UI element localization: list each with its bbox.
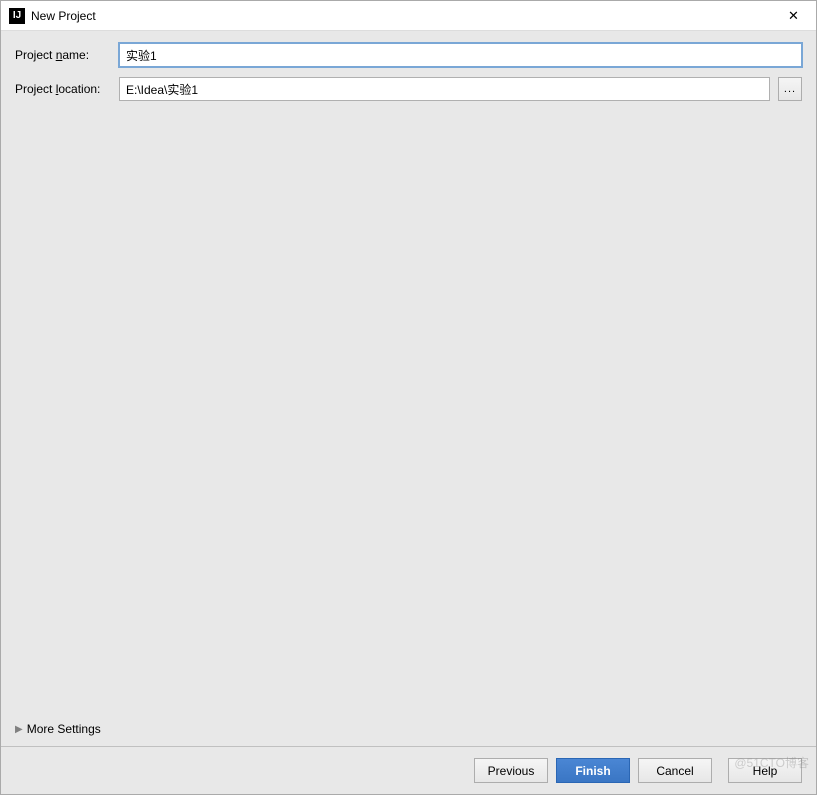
- browse-location-button[interactable]: ...: [778, 77, 802, 101]
- project-name-label: Project name:: [15, 48, 111, 62]
- app-icon: IJ: [9, 8, 25, 24]
- close-icon: ✕: [788, 8, 799, 24]
- dialog-footer: Previous Finish Cancel Help: [1, 746, 816, 794]
- more-settings-label: More Settings: [27, 722, 101, 736]
- close-button[interactable]: ✕: [771, 1, 816, 30]
- help-button[interactable]: Help: [728, 758, 802, 783]
- project-location-label: Project location:: [15, 82, 111, 96]
- project-location-input[interactable]: [119, 77, 770, 101]
- content-spacer: [15, 111, 802, 716]
- new-project-dialog: IJ New Project ✕ Project name: Project l…: [0, 0, 817, 795]
- project-name-row: Project name:: [15, 43, 802, 67]
- titlebar: IJ New Project ✕: [1, 1, 816, 31]
- finish-button[interactable]: Finish: [556, 758, 630, 783]
- project-name-input[interactable]: [119, 43, 802, 67]
- project-location-row: Project location: ...: [15, 77, 802, 101]
- content-area: Project name: Project location: ... ▶ Mo…: [1, 31, 816, 746]
- chevron-right-icon: ▶: [15, 724, 23, 735]
- more-settings-toggle[interactable]: ▶ More Settings: [15, 716, 802, 746]
- titlebar-left: IJ New Project: [9, 8, 96, 24]
- window-title: New Project: [31, 9, 96, 23]
- cancel-button[interactable]: Cancel: [638, 758, 712, 783]
- previous-button[interactable]: Previous: [474, 758, 548, 783]
